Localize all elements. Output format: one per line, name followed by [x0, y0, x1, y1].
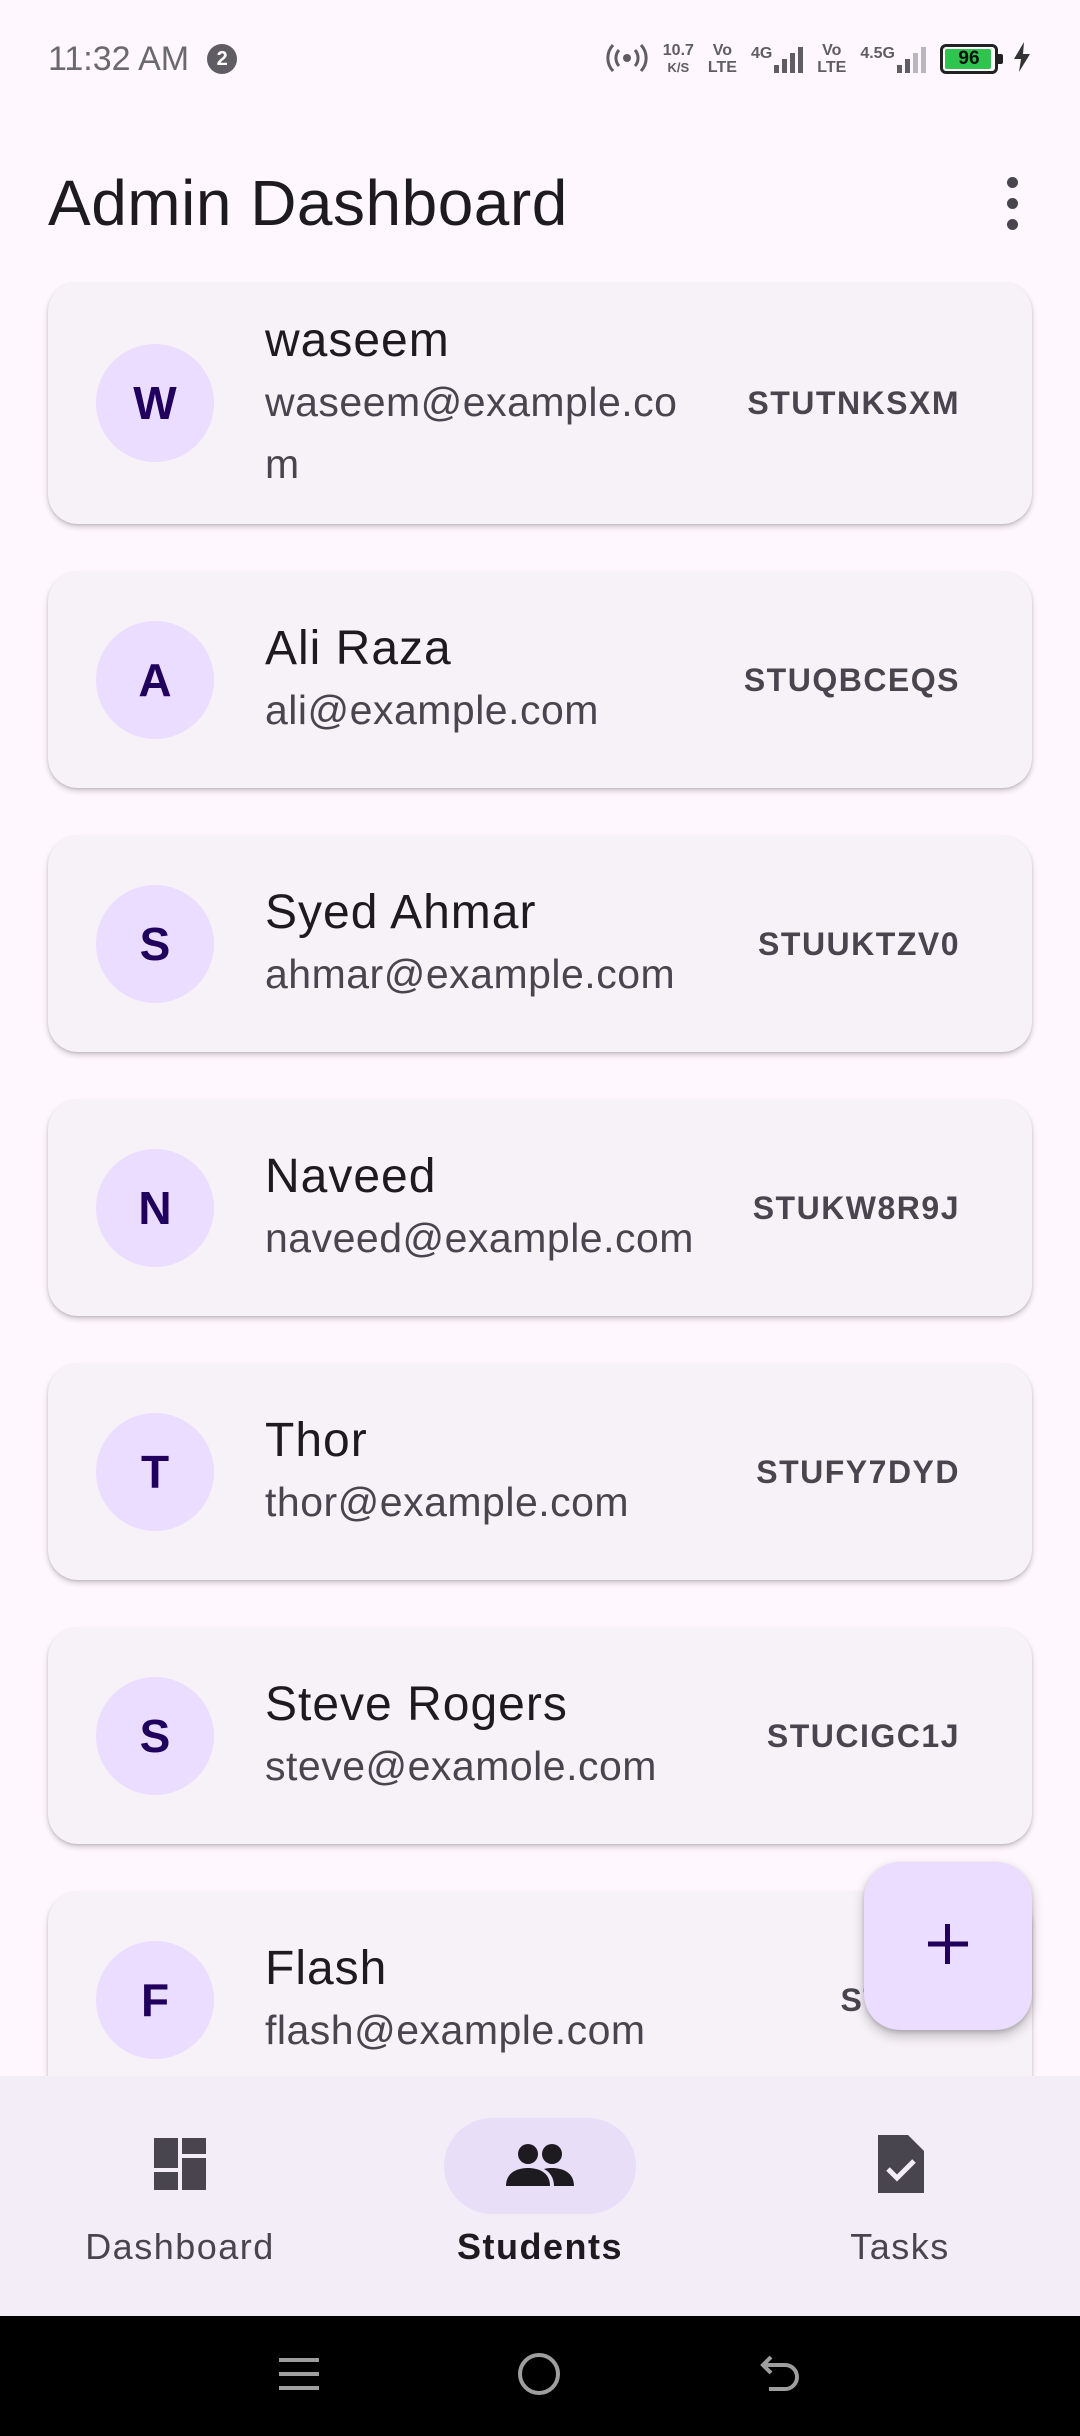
add-icon: [924, 1920, 972, 1973]
sim2-vo-label: Vo: [822, 42, 842, 59]
system-navigation-bar: [0, 2316, 1080, 2436]
student-id: STUFY7DYD: [756, 1453, 960, 1490]
sim2-volte: Vo LTE: [817, 42, 846, 76]
home-icon[interactable]: [516, 2351, 562, 2402]
student-card[interactable]: T Thor thor@example.com STUFY7DYD: [48, 1364, 1032, 1580]
student-info: waseem waseem@example.com: [265, 311, 715, 495]
nav-indicator-active: [444, 2118, 636, 2214]
hotspot-icon: [605, 42, 649, 77]
student-name: Syed Ahmar: [265, 886, 537, 939]
menu-icon[interactable]: [277, 2352, 321, 2401]
sim1-signal: 4G: [750, 45, 804, 73]
avatar: W: [96, 344, 214, 462]
sim2-network-label: 4.5G: [860, 45, 895, 62]
sim2-lte-label: LTE: [817, 59, 847, 76]
student-email: ahmar@example.com: [265, 951, 676, 997]
back-icon[interactable]: [757, 2351, 803, 2402]
student-id: STUUKTZV0: [758, 925, 960, 962]
status-bar: 11:32 AM 2 10.7 K/S Vo LTE 4G Vo LTE 4.5…: [0, 0, 1080, 118]
net-speed-unit: K/S: [667, 60, 690, 75]
nav-label-dashboard: Dashboard: [85, 2226, 275, 2267]
nav-item-students[interactable]: Students: [360, 2076, 720, 2316]
signal-bars-icon: [897, 45, 926, 73]
status-right: 10.7 K/S Vo LTE 4G Vo LTE 4.5G 96: [605, 41, 1032, 77]
nav-item-dashboard[interactable]: Dashboard: [0, 2076, 360, 2316]
student-info: Naveed naveed@example.com: [265, 1147, 715, 1269]
page-title: Admin Dashboard: [48, 167, 568, 239]
student-info: Ali Raza ali@example.com: [265, 619, 715, 741]
battery-icon: 96: [940, 44, 1003, 74]
task-icon: [874, 2133, 926, 2200]
sim1-network-label: 4G: [750, 45, 773, 62]
sim1-vo-label: Vo: [712, 42, 733, 59]
nav-indicator: [84, 2118, 276, 2214]
student-email: ali@example.com: [265, 687, 599, 733]
people-icon: [504, 2140, 576, 2193]
student-info: Thor thor@example.com: [265, 1411, 715, 1533]
avatar: T: [96, 1413, 214, 1531]
battery-level: 96: [958, 48, 980, 69]
student-name: Flash: [265, 1942, 388, 1995]
student-card[interactable]: S Syed Ahmar ahmar@example.com STUUKTZV0: [48, 836, 1032, 1052]
bottom-navigation: Dashboard Students Tasks: [0, 2076, 1080, 2316]
student-list[interactable]: W waseem waseem@example.com STUTNKSXM A …: [0, 282, 1080, 2076]
student-card[interactable]: A Ali Raza ali@example.com STUQBCEQS: [48, 572, 1032, 788]
student-info: Syed Ahmar ahmar@example.com: [265, 883, 715, 1005]
student-email: waseem@example.com: [265, 379, 678, 487]
add-student-button[interactable]: [864, 1862, 1032, 2030]
student-info: Flash flash@example.com: [265, 1939, 715, 2061]
nav-label-tasks: Tasks: [850, 2226, 950, 2267]
student-name: Naveed: [265, 1150, 437, 1203]
avatar: S: [96, 1677, 214, 1795]
student-id: STUCIGC1J: [766, 1717, 960, 1754]
student-id: STUKW8R9J: [752, 1189, 960, 1226]
avatar: F: [96, 1941, 214, 2059]
student-info: Steve Rogers steve@examole.com: [265, 1675, 715, 1797]
avatar: A: [96, 621, 214, 739]
status-time: 11:32 AM: [48, 39, 190, 78]
net-speed: 10.7 K/S: [663, 42, 694, 76]
more-vert-icon[interactable]: [984, 163, 1040, 243]
student-email: flash@example.com: [265, 2007, 646, 2053]
status-left: 11:32 AM 2: [48, 39, 238, 79]
student-name: Ali Raza: [265, 622, 452, 675]
student-email: naveed@example.com: [265, 1215, 694, 1261]
app-bar: Admin Dashboard: [0, 118, 1080, 288]
net-speed-value: 10.7: [662, 42, 694, 59]
avatar: S: [96, 885, 214, 1003]
student-id: STUTNKSXM: [747, 384, 960, 421]
student-name: Steve Rogers: [265, 1678, 568, 1731]
sim1-lte-label: LTE: [707, 59, 737, 76]
notification-count-badge: 2: [207, 44, 238, 74]
student-name: Thor: [265, 1414, 368, 1467]
signal-bars-icon: [774, 45, 804, 73]
nav-item-tasks[interactable]: Tasks: [720, 2076, 1080, 2316]
dashboard-icon: [150, 2134, 210, 2199]
student-email: thor@example.com: [265, 1479, 630, 1525]
student-card[interactable]: S Steve Rogers steve@examole.com STUCIGC…: [48, 1628, 1032, 1844]
sim2-signal: 4.5G: [860, 45, 926, 73]
avatar: N: [96, 1149, 214, 1267]
student-card[interactable]: N Naveed naveed@example.com STUKW8R9J: [48, 1100, 1032, 1316]
nav-label-students: Students: [456, 2226, 623, 2267]
student-id: STUQBCEQS: [743, 661, 960, 698]
charging-bolt-icon: [1012, 41, 1032, 77]
student-name: waseem: [265, 314, 450, 367]
student-email: steve@examole.com: [265, 1743, 657, 1789]
student-card[interactable]: W waseem waseem@example.com STUTNKSXM: [48, 282, 1032, 524]
nav-indicator: [804, 2118, 996, 2214]
sim1-volte: Vo LTE: [708, 42, 737, 76]
